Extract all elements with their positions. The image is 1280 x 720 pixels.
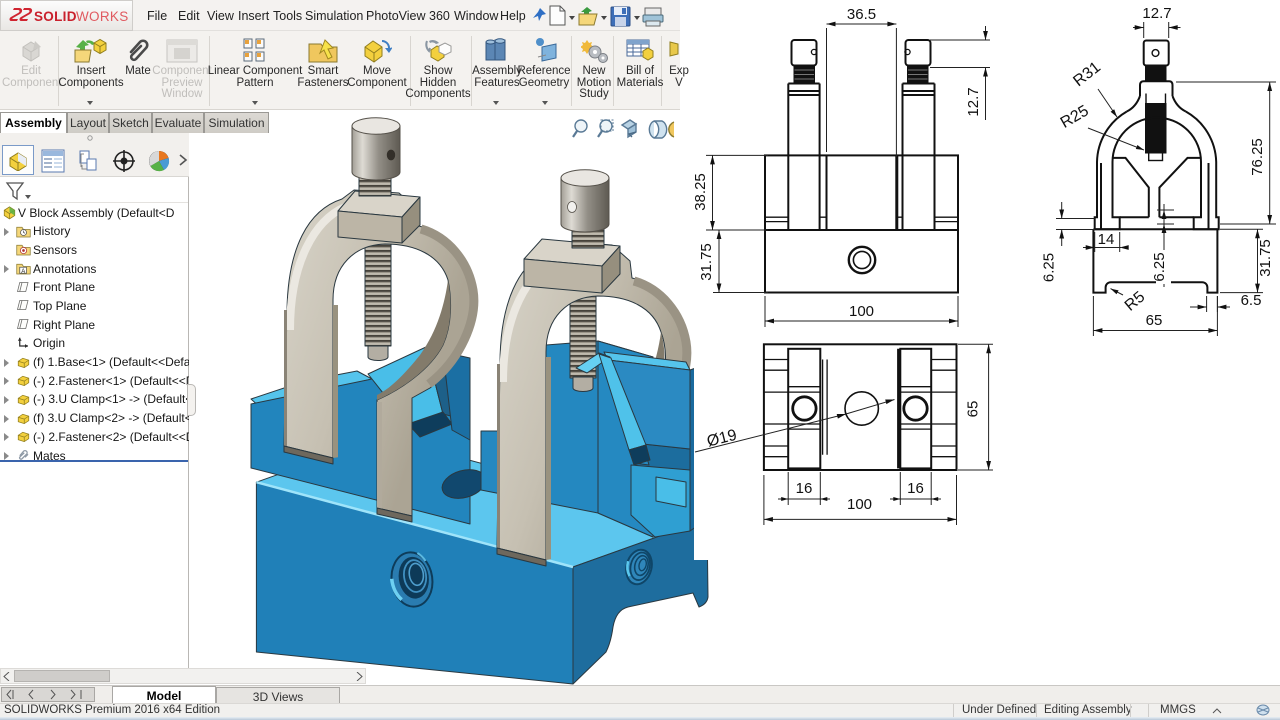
svg-text:16: 16: [907, 480, 924, 497]
svg-text:R5: R5: [1122, 288, 1149, 314]
svg-text:31.75: 31.75: [698, 243, 715, 281]
svg-text:6.25: 6.25: [1151, 252, 1168, 281]
svg-text:SOLID: SOLID: [34, 9, 77, 24]
svg-text:A: A: [21, 269, 25, 275]
svg-text:WORKS: WORKS: [76, 9, 129, 24]
svg-text:65: 65: [965, 401, 982, 418]
svg-text:6.5: 6.5: [1241, 292, 1262, 309]
svg-text:16: 16: [796, 480, 813, 497]
svg-text:36.5: 36.5: [847, 6, 876, 23]
svg-text:R31: R31: [1070, 59, 1104, 91]
svg-text:38.25: 38.25: [692, 173, 709, 211]
svg-text:12.7: 12.7: [1142, 5, 1171, 22]
svg-text:R25: R25: [1058, 102, 1092, 131]
svg-text:65: 65: [1146, 312, 1163, 329]
svg-text:Ø19: Ø19: [705, 427, 739, 451]
svg-text:76.25: 76.25: [1249, 138, 1266, 176]
svg-text:14: 14: [1098, 231, 1115, 248]
svg-text:6.25: 6.25: [1041, 253, 1058, 282]
svg-text:12.7: 12.7: [965, 87, 982, 116]
svg-text:31.75: 31.75: [1257, 239, 1274, 277]
svg-text:100: 100: [849, 303, 874, 320]
svg-text:100: 100: [847, 496, 872, 513]
